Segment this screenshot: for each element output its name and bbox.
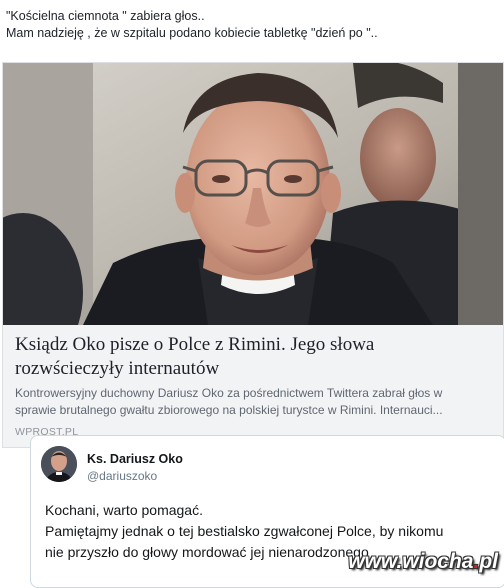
watermark-prefix: www.wiocha — [348, 550, 474, 573]
tweet-author-handle[interactable]: @dariuszoko — [87, 469, 157, 483]
watermark-suffix: pl — [479, 550, 498, 573]
tweet-text-line-1: Kochani, warto pomagać. — [45, 502, 203, 518]
link-card-body[interactable]: Ksiądz Oko pisze o Polce z Rimini. Jego … — [3, 325, 503, 447]
post-text-line-2: Mam nadzieję , że w szpitalu podano kobi… — [6, 26, 378, 40]
avatar-portrait-icon — [41, 446, 77, 482]
post-text-line-1: "Kościelna ciemnota " zabiera głos.. — [6, 9, 205, 23]
tweet-author-name[interactable]: Ks. Dariusz Oko — [87, 452, 183, 466]
description-line-1: Kontrowersyjny duchowny Dariusz Oko za p… — [15, 386, 443, 400]
priest-photo-illustration — [3, 63, 503, 325]
article-description: Kontrowersyjny duchowny Dariusz Oko za p… — [15, 385, 495, 419]
avatar[interactable] — [41, 446, 77, 482]
site-watermark: www.wiocha.pl — [348, 550, 498, 574]
headline-line-1: Ksiądz Oko pisze o Polce z Rimini. Jego … — [15, 334, 375, 355]
article-headline[interactable]: Ksiądz Oko pisze o Polce z Rimini. Jego … — [15, 333, 495, 381]
article-photo[interactable] — [3, 63, 503, 325]
headline-line-2: rozwścieczyły internautów — [15, 358, 220, 379]
tweet-text-line-2: Pamiętajmy jednak o tej bestialsko zgwał… — [45, 523, 444, 539]
link-preview-card[interactable]: Ksiądz Oko pisze o Polce z Rimini. Jego … — [2, 62, 504, 448]
description-line-2: sprawie brutalnego gwałtu zbiorowego na … — [15, 403, 443, 417]
post-text: "Kościelna ciemnota " zabiera głos.. Mam… — [6, 8, 501, 42]
